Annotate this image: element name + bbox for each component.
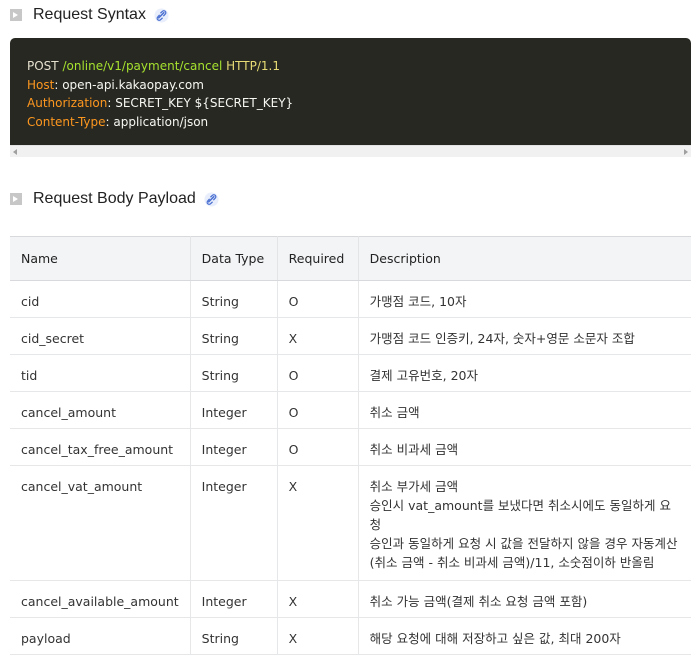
heading-marker-icon	[10, 9, 22, 21]
column-header-description: Description	[358, 236, 691, 281]
table-row: cancel_available_amount Integer X 취소 가능 …	[10, 580, 691, 618]
cell-required: X	[277, 580, 359, 618]
scroll-right-arrow-icon[interactable]	[684, 149, 688, 155]
cell-name: cancel_amount	[10, 391, 191, 429]
cell-description: 해당 요청에 대해 저장하고 싶은 값, 최대 200자	[358, 617, 691, 655]
table-row: tid String O 결제 고유번호, 20자	[10, 354, 691, 392]
code-header-value: open-api.kakaopay.com	[62, 77, 204, 92]
cell-description: 취소 가능 금액(결제 취소 요청 금액 포함)	[358, 580, 691, 618]
description-line: 취소 부가세 금액	[369, 479, 459, 494]
table-row: cid String O 가맹점 코드, 10자	[10, 280, 691, 318]
description-line: (취소 금액 - 취소 비과세 금액)/11, 소숫점이하 반올림	[369, 555, 655, 570]
code-path: /online/v1/payment/cancel	[62, 59, 223, 73]
cell-data-type: String	[190, 617, 278, 655]
code-header-line: Content-Type: application/json	[27, 114, 209, 129]
description-line: 취소 비과세 금액	[369, 442, 459, 457]
cell-name: cancel_available_amount	[10, 580, 191, 618]
cell-name: tid	[10, 354, 191, 392]
anchor-link-icon[interactable]	[204, 191, 219, 207]
code-header-line: Authorization: SECRET_KEY ${SECRET_KEY}	[27, 96, 294, 110]
table-row: cancel_vat_amount Integer X 취소 부가세 금액 승인…	[10, 465, 691, 581]
cell-name: cancel_vat_amount	[10, 465, 191, 581]
cell-description: 취소 부가세 금액 승인시 vat_amount를 보냈다면 취소시에도 동일하…	[358, 465, 691, 581]
cell-required: X	[277, 317, 359, 355]
column-header-required: Required	[277, 236, 359, 281]
cell-data-type: Integer	[190, 465, 278, 581]
code-protocol: HTTP/1.1	[226, 59, 280, 73]
table-row: cancel_tax_free_amount Integer O 취소 비과세 …	[10, 428, 691, 466]
column-header-name: Name	[10, 236, 191, 281]
code-method: POST	[27, 59, 59, 73]
anchor-link-icon[interactable]	[154, 7, 169, 23]
request-syntax-code-block: POST /online/v1/payment/cancel HTTP/1.1 …	[10, 38, 691, 145]
table-header-row: Name Data Type Required Description	[10, 236, 691, 281]
cell-data-type: String	[190, 354, 278, 392]
cell-data-type: Integer	[190, 391, 278, 429]
cell-required: X	[277, 617, 359, 655]
table-row: payload String X 해당 요청에 대해 저장하고 싶은 값, 최대…	[10, 617, 691, 655]
code-header-value: SECRET_KEY ${SECRET_KEY}	[115, 96, 294, 110]
code-header-name: Content-Type	[27, 114, 106, 129]
cell-data-type: String	[190, 280, 278, 318]
cell-name: cancel_tax_free_amount	[10, 428, 191, 466]
request-body-payload-heading: Request Body Payload	[10, 190, 219, 208]
code-header-name: Host	[27, 77, 55, 92]
cell-required: O	[277, 428, 359, 466]
request-body-payload-table: Name Data Type Required Description cid …	[10, 236, 691, 655]
cell-description: 가맹점 코드 인증키, 24자, 숫자+영문 소문자 조합	[358, 317, 691, 355]
table-row: cid_secret String X 가맹점 코드 인증키, 24자, 숫자+…	[10, 317, 691, 355]
code-header-value: application/json	[113, 114, 209, 129]
description-line: 취소 가능 금액(결제 취소 요청 금액 포함)	[369, 594, 588, 609]
cell-data-type: String	[190, 317, 278, 355]
cell-description: 취소 금액	[358, 391, 691, 429]
description-line: 승인과 동일하게 요청 시 값을 전달하지 않을 경우 자동계산	[369, 536, 678, 551]
column-header-data-type: Data Type	[190, 236, 278, 281]
cell-required: O	[277, 280, 359, 318]
cell-data-type: Integer	[190, 428, 278, 466]
request-syntax-heading: Request Syntax	[10, 6, 169, 24]
description-line: 가맹점 코드, 10자	[369, 294, 467, 309]
description-line: 해당 요청에 대해 저장하고 싶은 값, 최대 200자	[369, 631, 621, 646]
cell-required: X	[277, 465, 359, 581]
cell-name: cid	[10, 280, 191, 318]
request-syntax-title: Request Syntax	[33, 6, 146, 23]
code-header-name: Authorization	[27, 96, 108, 110]
heading-marker-icon	[10, 193, 22, 205]
description-line: 승인시 vat_amount를 보냈다면 취소시에도 동일하게 요청	[369, 498, 671, 532]
cell-name: payload	[10, 617, 191, 655]
cell-description: 결제 고유번호, 20자	[358, 354, 691, 392]
table-row: cancel_amount Integer O 취소 금액	[10, 391, 691, 429]
request-body-payload-title: Request Body Payload	[33, 190, 196, 207]
cell-name: cid_secret	[10, 317, 191, 355]
cell-description: 가맹점 코드, 10자	[358, 280, 691, 318]
code-header-line: Host: open-api.kakaopay.com	[27, 77, 204, 92]
cell-data-type: Integer	[190, 580, 278, 618]
description-line: 가맹점 코드 인증키, 24자, 숫자+영문 소문자 조합	[369, 331, 635, 346]
cell-required: O	[277, 391, 359, 429]
code-request-line: POST /online/v1/payment/cancel HTTP/1.1	[27, 57, 674, 76]
code-horizontal-scrollbar[interactable]	[10, 145, 691, 157]
description-line: 취소 금액	[369, 405, 420, 420]
cell-description: 취소 비과세 금액	[358, 428, 691, 466]
scroll-left-arrow-icon[interactable]	[13, 149, 17, 155]
description-line: 결제 고유번호, 20자	[369, 368, 478, 383]
cell-required: O	[277, 354, 359, 392]
